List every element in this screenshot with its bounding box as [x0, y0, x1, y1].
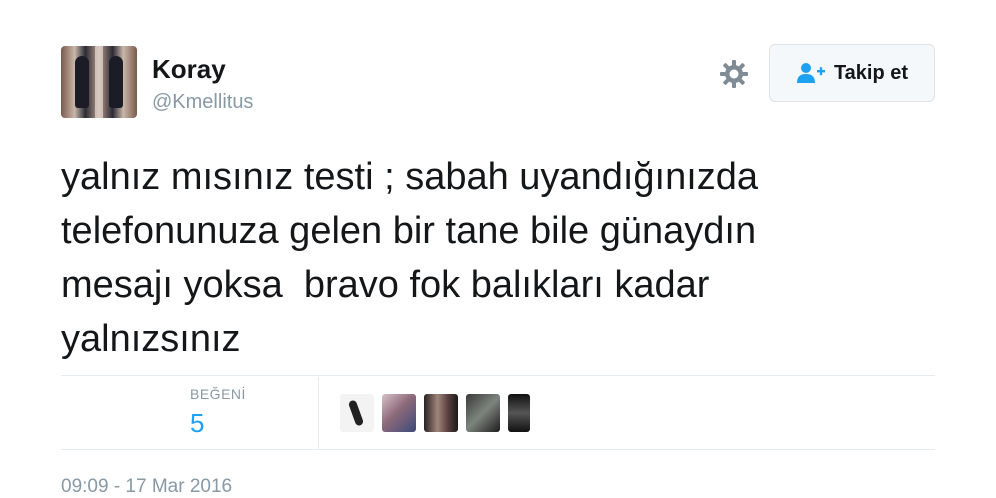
author-name[interactable]: Koray	[152, 54, 226, 84]
tweet-card: Koray @Kmellitus Takip et yalnız mısınız…	[0, 0, 996, 498]
likes-count[interactable]: 5	[190, 408, 204, 438]
likes-label[interactable]: BEĞENİ	[190, 386, 246, 402]
stats-divider-bottom	[61, 449, 935, 450]
add-user-icon	[796, 61, 826, 85]
gear-icon[interactable]	[718, 58, 750, 90]
avatar-center-light	[95, 46, 103, 118]
liker-avatar[interactable]	[424, 394, 458, 432]
avatar-figure-left	[75, 56, 89, 108]
liker-avatar[interactable]	[466, 394, 500, 432]
author-handle[interactable]: @Kmellitus	[152, 90, 253, 114]
follow-button[interactable]: Takip et	[769, 44, 935, 102]
tweet-timestamp[interactable]: 09:09 - 17 Mar 2016	[61, 476, 232, 498]
avatar-figure-right	[109, 56, 123, 108]
tweet-text: yalnız mısınız testi ; sabah uyandığınız…	[61, 156, 759, 360]
stats-divider-top	[61, 375, 935, 376]
likers-avatars	[340, 394, 530, 432]
liker-avatar[interactable]	[382, 394, 416, 432]
liker-avatar[interactable]	[340, 394, 374, 432]
liker-avatar[interactable]	[508, 394, 530, 432]
stats-divider-vertical	[318, 377, 319, 449]
follow-button-label: Takip et	[833, 61, 909, 84]
avatar[interactable]	[61, 46, 137, 118]
